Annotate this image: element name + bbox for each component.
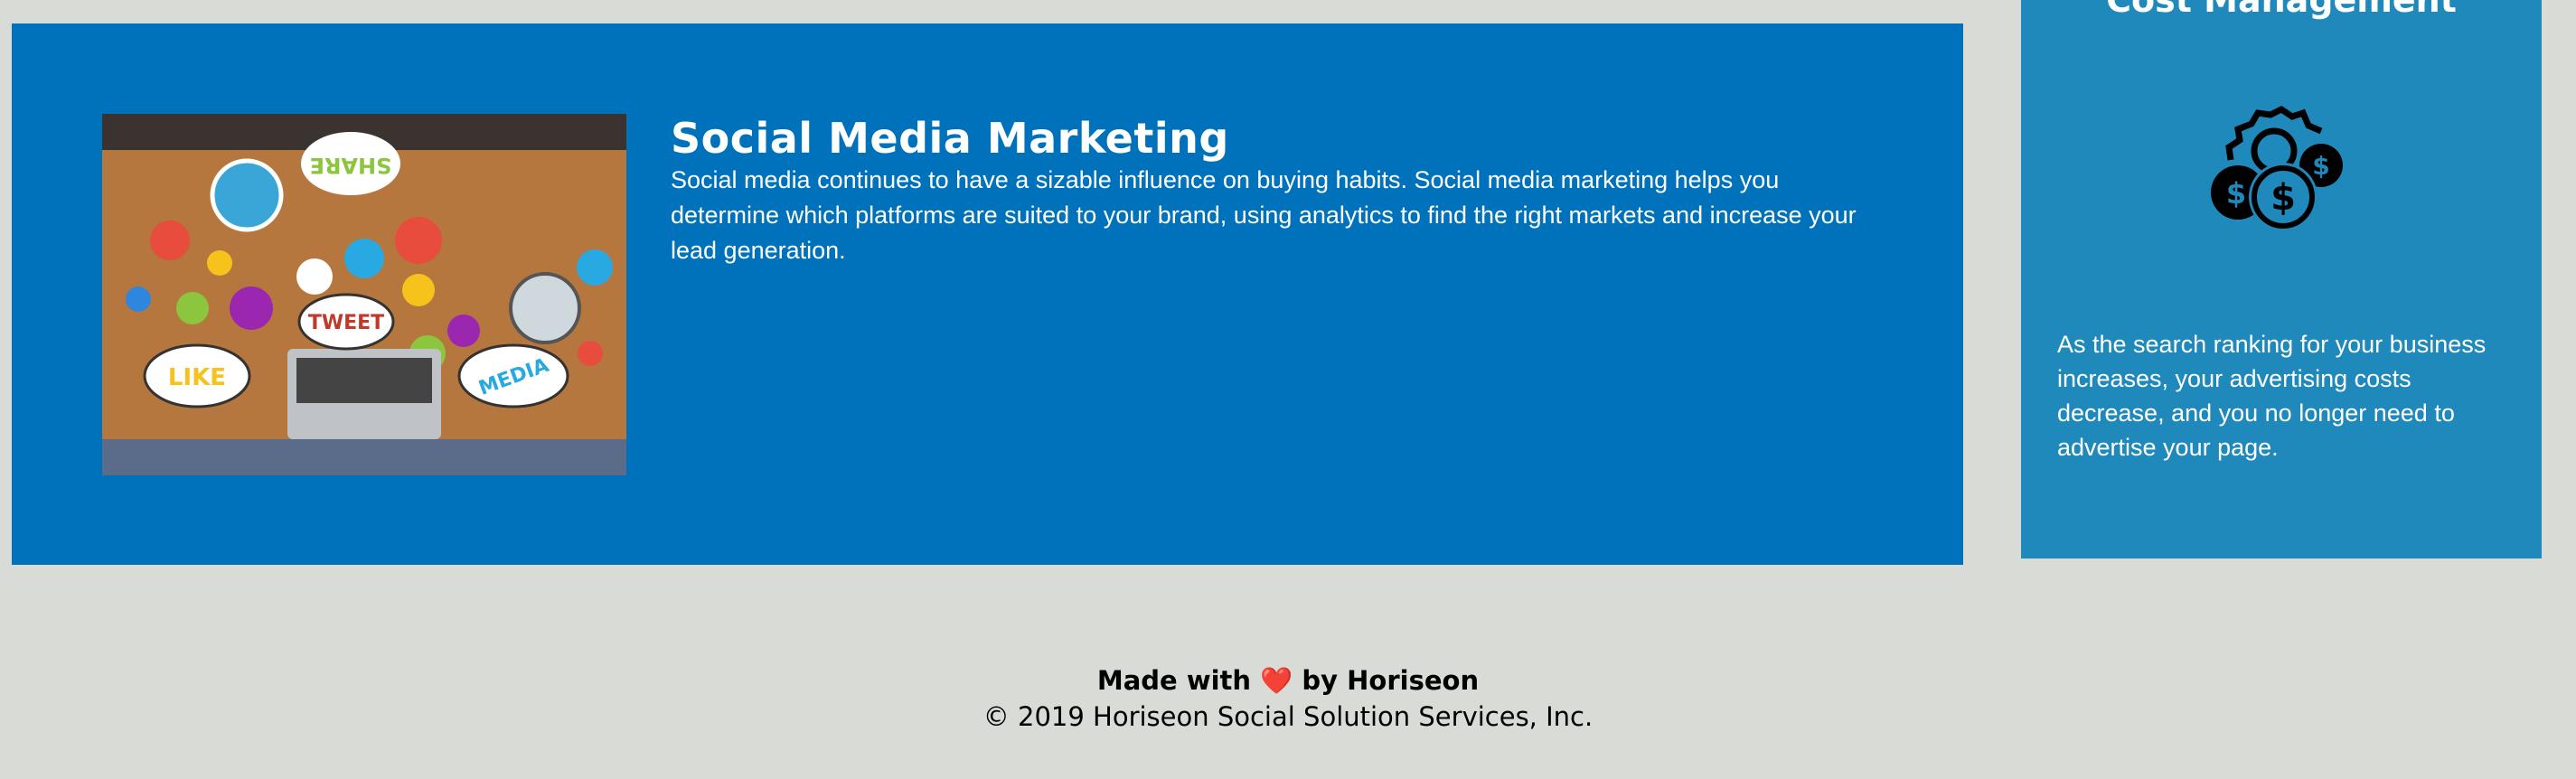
svg-text:$: $: [2312, 151, 2329, 181]
heart-icon: ❤️: [1260, 665, 1293, 696]
svg-text:$: $: [2270, 177, 2296, 219]
section-description: Social media continues to have a sizable…: [671, 166, 1857, 264]
sidebar-description: As the search ranking for your business …: [2057, 331, 2487, 461]
sidebar-title: Cost Management: [2106, 0, 2457, 20]
tweet-bubble: TWEET: [308, 312, 384, 334]
like-bubble: LIKE: [168, 364, 226, 391]
cost-management-card: Cost Management $ $ $ As the search rank…: [2021, 0, 2542, 558]
made-with-text: Made with: [1096, 665, 1252, 696]
copyright: © 2019 Horiseon Social Solution Services…: [982, 701, 1594, 732]
section-title: Social Media Marketing: [671, 114, 1229, 163]
social-media-marketing-card: SHARE TWEET LIKE MEDIA Social Media Mark…: [12, 23, 1963, 565]
svg-text:$: $: [2226, 176, 2246, 211]
footer: Made with ❤️ by Horiseon © 2019 Horiseon…: [0, 662, 2576, 735]
social-media-image: SHARE TWEET LIKE MEDIA: [102, 114, 626, 475]
share-bubble: SHARE: [310, 153, 392, 178]
by-horiseon-text: by Horiseon: [1302, 665, 1480, 696]
social-media-illustration: SHARE TWEET LIKE MEDIA: [102, 114, 626, 475]
made-with-line: Made with ❤️ by Horiseon: [0, 662, 2576, 699]
gear-dollar-coins-icon: $ $ $: [2211, 105, 2343, 231]
